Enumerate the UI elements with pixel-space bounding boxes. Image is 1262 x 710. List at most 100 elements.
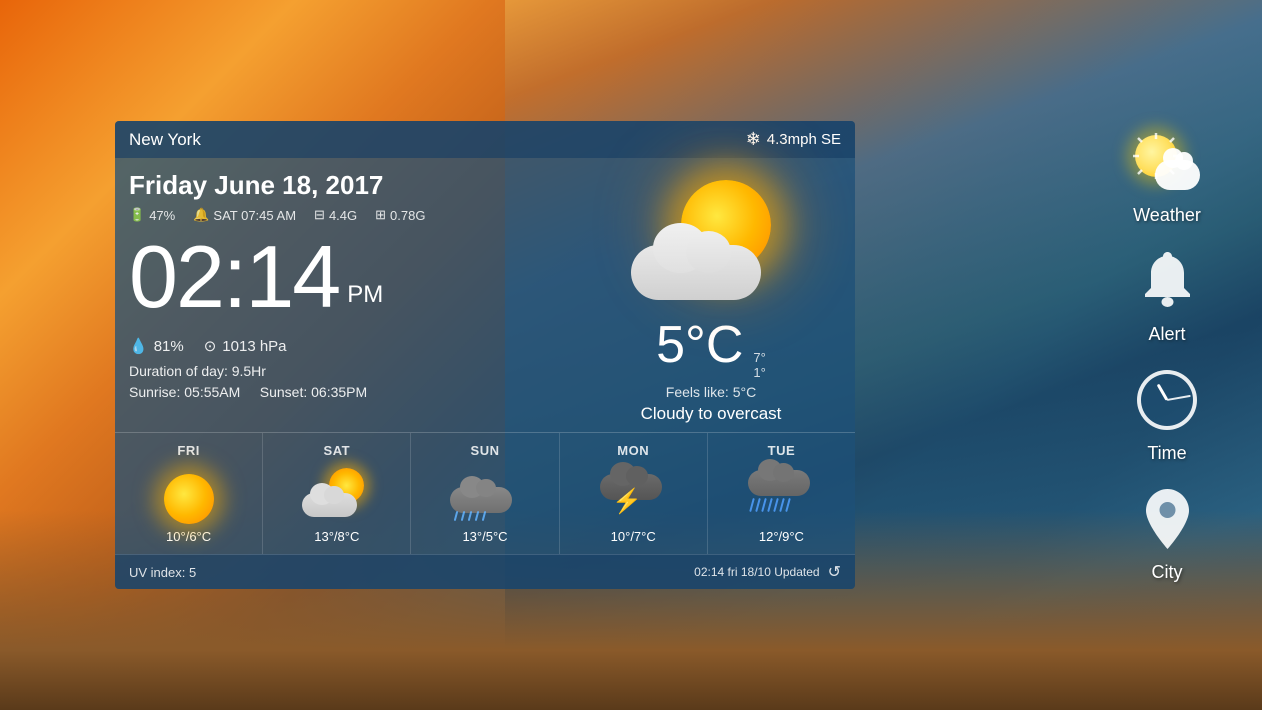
drop3 bbox=[468, 511, 473, 521]
forecast-icon-fri bbox=[154, 466, 224, 521]
time-ampm: PM bbox=[347, 281, 383, 309]
drop1 bbox=[454, 511, 459, 521]
forecast-bar: FRI 10°/6°C SAT 13°/8°C SUN bbox=[115, 432, 855, 554]
left-panel: Friday June 18, 2017 🔋 47% 🔔 SAT 07:45 A… bbox=[129, 170, 581, 424]
city-pin-svg bbox=[1140, 487, 1195, 552]
city-label: City bbox=[1152, 562, 1183, 583]
rain-sun bbox=[455, 511, 485, 521]
sdc-body-sun bbox=[450, 487, 512, 513]
drop2 bbox=[461, 511, 466, 521]
forecast-day-sun: SUN 13°/5°C bbox=[411, 433, 559, 554]
hrd4 bbox=[768, 498, 774, 512]
wind-icon: ❄ bbox=[746, 129, 761, 150]
small-cloud-sat bbox=[302, 493, 357, 517]
sc-body-sat bbox=[302, 493, 357, 517]
condition: Cloudy to overcast bbox=[641, 404, 782, 424]
weather-stats: 💧 81% ⊙ 1013 hPa bbox=[129, 337, 581, 355]
forecast-day-mon: MON ⚡ 10°/7°C bbox=[560, 433, 708, 554]
widget-footer: UV index: 5 02:14 fri 18/10 Updated ↺ bbox=[115, 554, 855, 589]
storage-icon: ⊟ bbox=[314, 207, 325, 223]
battery-icon: 🔋 bbox=[129, 207, 145, 223]
current-temp: 5°C bbox=[656, 315, 743, 375]
update-info: 02:14 fri 18/10 Updated ↺ bbox=[694, 562, 841, 582]
alarm-status: 🔔 SAT 07:45 AM bbox=[193, 207, 296, 223]
right-panel: 5°C 7° 1° Feels like: 5°C Cloudy to over… bbox=[581, 170, 841, 424]
temp-sat: 13°/8°C bbox=[314, 529, 359, 544]
hrd7 bbox=[786, 498, 792, 512]
alert-label: Alert bbox=[1148, 324, 1185, 345]
weather-sidebar-icon bbox=[1132, 127, 1202, 197]
sunset-text: Sunset: 06:35PM bbox=[260, 384, 367, 400]
city-sidebar-icon bbox=[1132, 484, 1202, 554]
sidebar-item-weather[interactable]: Weather bbox=[1132, 127, 1202, 226]
updated-text: 02:14 fri 18/10 Updated bbox=[694, 565, 819, 579]
temp-low: 1° bbox=[753, 365, 765, 380]
sidebar-item-city[interactable]: City bbox=[1132, 484, 1202, 583]
cloud-shape bbox=[631, 245, 761, 300]
forecast-icon-sat bbox=[302, 466, 372, 521]
day-label-sat: SAT bbox=[324, 443, 351, 458]
storm-body-mon: ⚡ bbox=[600, 474, 662, 500]
clock-graphic bbox=[1137, 370, 1197, 430]
wind-speed: 4.3mph SE bbox=[767, 131, 841, 148]
wind-info: ❄ 4.3mph SE bbox=[746, 129, 841, 150]
bell-svg bbox=[1140, 250, 1195, 312]
day-label-mon: MON bbox=[617, 443, 649, 458]
alarm-icon: 🔔 bbox=[193, 207, 209, 223]
heavy-rain-drops-tue bbox=[751, 498, 789, 512]
time-label: Time bbox=[1147, 443, 1186, 464]
weather-widget: New York ❄ 4.3mph SE Friday June 18, 201… bbox=[115, 121, 855, 589]
temp-tue: 12°/9°C bbox=[759, 529, 804, 544]
forecast-icon-sun bbox=[450, 466, 520, 521]
sun-line: Sunrise: 05:55AM Sunset: 06:35PM bbox=[129, 384, 581, 400]
sunny-icon bbox=[164, 474, 214, 524]
forecast-day-fri: FRI 10°/6°C bbox=[115, 433, 263, 554]
sun-cloud-graphic bbox=[1135, 135, 1200, 190]
cloud-body bbox=[631, 245, 761, 300]
status-bar: 🔋 47% 🔔 SAT 07:45 AM ⊟ 4.4G ⊞ 0.78G bbox=[129, 207, 581, 223]
hrd1 bbox=[750, 498, 756, 512]
sidebar-item-time[interactable]: Time bbox=[1132, 365, 1202, 464]
sidebar-item-alert[interactable]: Alert bbox=[1132, 246, 1202, 345]
weather-icon-large bbox=[631, 180, 791, 310]
uv-index: UV index: 5 bbox=[129, 565, 196, 580]
forecast-icon-tue bbox=[746, 466, 816, 521]
humidity-icon: 💧 bbox=[129, 337, 148, 355]
temp-high: 7° bbox=[753, 350, 765, 365]
time-big: 02:14 bbox=[129, 233, 339, 321]
day-label-sun: SUN bbox=[471, 443, 500, 458]
pressure-icon: ⊙ bbox=[204, 337, 217, 355]
widget-header: New York ❄ 4.3mph SE bbox=[115, 121, 855, 158]
widget-body: Friday June 18, 2017 🔋 47% 🔔 SAT 07:45 A… bbox=[115, 158, 855, 424]
storm-lightning-mon: ⚡ bbox=[612, 487, 642, 516]
hrd5 bbox=[774, 498, 780, 512]
refresh-icon[interactable]: ↺ bbox=[828, 562, 841, 582]
temp-sun: 13°/5°C bbox=[462, 529, 507, 544]
duration-line: Duration of day: 9.5Hr bbox=[129, 363, 581, 379]
sidebar-icons: Weather Alert Time bbox=[1132, 127, 1202, 583]
temp-range: 7° 1° bbox=[753, 350, 765, 380]
time-sidebar-icon bbox=[1132, 365, 1202, 435]
temp-row: 5°C 7° 1° bbox=[641, 315, 782, 380]
memory-status: ⊞ 0.78G bbox=[375, 207, 425, 223]
sunrise-text: Sunrise: 05:55AM bbox=[129, 384, 240, 400]
date-line: Friday June 18, 2017 bbox=[129, 170, 581, 201]
temp-fri: 10°/6°C bbox=[166, 529, 211, 544]
hrd3 bbox=[762, 498, 768, 512]
temp-mon: 10°/7°C bbox=[611, 529, 656, 544]
clock-hand-minute bbox=[1167, 395, 1191, 401]
drop5 bbox=[482, 511, 487, 521]
forecast-day-sat: SAT 13°/8°C bbox=[263, 433, 411, 554]
alert-sidebar-icon bbox=[1132, 246, 1202, 316]
humidity-stat: 💧 81% bbox=[129, 337, 184, 355]
rain-cloud-body-tue bbox=[748, 470, 810, 496]
forecast-icon-mon: ⚡ bbox=[598, 466, 668, 521]
hrd2 bbox=[756, 498, 762, 512]
storm-cloud-mon: ⚡ bbox=[600, 474, 662, 500]
hrd6 bbox=[780, 498, 786, 512]
city-name: New York bbox=[129, 130, 201, 150]
heavy-rain-cloud-tue bbox=[748, 470, 810, 496]
battery-status: 🔋 47% bbox=[129, 207, 175, 223]
drop4 bbox=[475, 511, 480, 521]
weather-label: Weather bbox=[1133, 205, 1201, 226]
